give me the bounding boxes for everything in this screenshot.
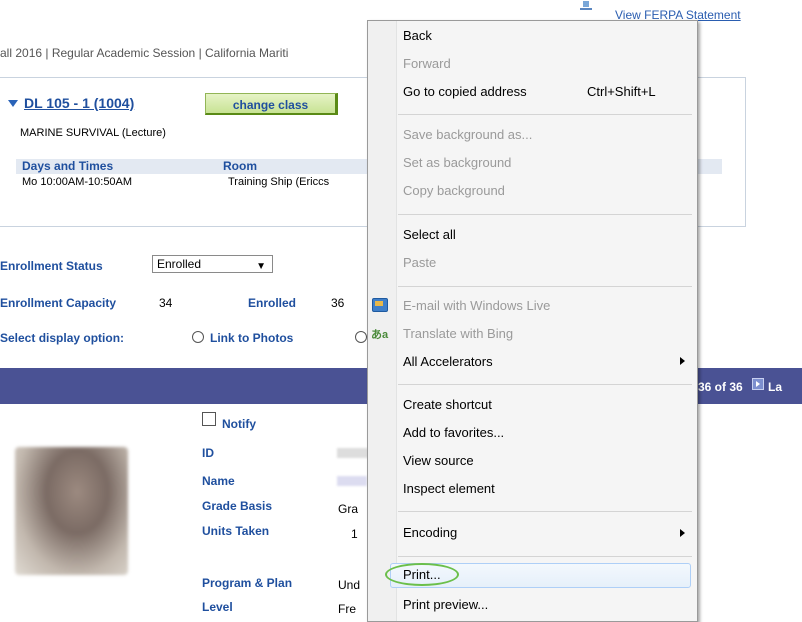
enrolled-value: 36 [331,296,345,310]
submenu-arrow-icon [680,357,685,365]
field-value-level: Fre [338,602,356,616]
print-highlight-oval [385,563,459,586]
menu-separator [398,114,692,115]
menu-item-set-as-background: Set as background [403,155,512,170]
schedule-days-cell: Mo 10:00AM-10:50AM [22,176,133,188]
menu-item-inspect-element[interactable]: Inspect element [403,481,495,496]
student-photo [15,447,128,575]
schedule-header-days: Days and Times [22,159,114,173]
enrollment-status-value: Enrolled [157,257,202,271]
field-value-program-plan: Und [338,578,361,592]
menu-separator [398,214,692,215]
menu-item-email-windows-live: E-mail with Windows Live [403,298,551,313]
collapse-triangle-icon[interactable] [8,99,18,107]
enrollment-status-select[interactable]: Enrolled ▼ [152,255,273,273]
menu-item-translate-bing: Translate with Bing [403,326,514,341]
menu-item-create-shortcut[interactable]: Create shortcut [403,397,492,412]
context-menu-gutter [368,21,397,621]
menu-separator [398,511,692,512]
chevron-down-icon: ▼ [256,261,266,272]
menu-item-copy-background: Copy background [403,183,505,198]
field-label-name: Name [202,474,235,488]
enrolled-label: Enrolled [248,296,297,310]
menu-item-encoding[interactable]: Encoding [403,525,457,540]
link-to-photos-radio[interactable] [192,331,204,343]
results-count: 36 of 36 [698,380,743,394]
change-class-button[interactable]: change class [205,93,338,115]
enrollment-capacity-value: 34 [159,296,173,310]
link-to-photos-label[interactable]: Link to Photos [210,331,293,345]
menu-item-paste: Paste [403,255,437,270]
menu-separator [398,384,692,385]
field-label-program-plan: Program & Plan [202,576,293,590]
schedule-header-room: Room [223,159,257,173]
field-label-grade-basis: Grade Basis [202,499,273,513]
menu-item-forward: Forward [403,56,451,71]
bing-translate-icon: あa [371,329,389,341]
next-arrow-icon[interactable] [752,378,764,390]
menu-item-go-to-copied-address[interactable]: Go to copied address [403,84,527,99]
class-description: MARINE SURVIVAL (Lecture) [20,127,166,139]
menu-item-print-preview[interactable]: Print preview... [403,597,488,612]
field-value-grade-basis: Gra [338,502,359,516]
menu-item-save-background: Save background as... [403,127,533,142]
submenu-arrow-icon [680,529,685,537]
menu-shortcut-go-to-copied-address: Ctrl+Shift+L [587,84,656,99]
notify-checkbox[interactable] [202,412,216,426]
breadcrumb: all 2016 | Regular Academic Session | Ca… [0,46,289,60]
menu-item-select-all[interactable]: Select all [403,227,456,242]
field-value-units-taken: 1 [351,527,358,541]
display-option-label: Select display option: [0,331,125,345]
field-value-name [337,476,367,486]
ferpa-icon [578,0,594,12]
field-label-units-taken: Units Taken [202,524,270,538]
menu-separator [398,556,692,557]
enrollment-status-label: Enrollment Status [0,259,103,273]
menu-item-all-accelerators[interactable]: All Accelerators [403,354,493,369]
menu-item-back[interactable]: Back [403,28,432,43]
class-title[interactable]: DL 105 - 1 (1004) [8,95,134,111]
schedule-room-cell: Training Ship (Ericcs [228,176,330,188]
windows-live-mail-icon [372,298,388,312]
field-label-level: Level [202,600,233,614]
menu-item-add-to-favorites[interactable]: Add to favorites... [403,425,504,440]
notify-label: Notify [222,417,256,431]
last-link[interactable]: La [768,380,782,394]
enrollment-capacity-label: Enrollment Capacity [0,296,117,310]
display-option-radio-2[interactable] [355,331,367,343]
menu-item-view-source[interactable]: View source [403,453,474,468]
menu-separator [398,286,692,287]
field-label-id: ID [202,446,214,460]
class-code-link[interactable]: DL 105 - 1 (1004) [24,95,134,111]
